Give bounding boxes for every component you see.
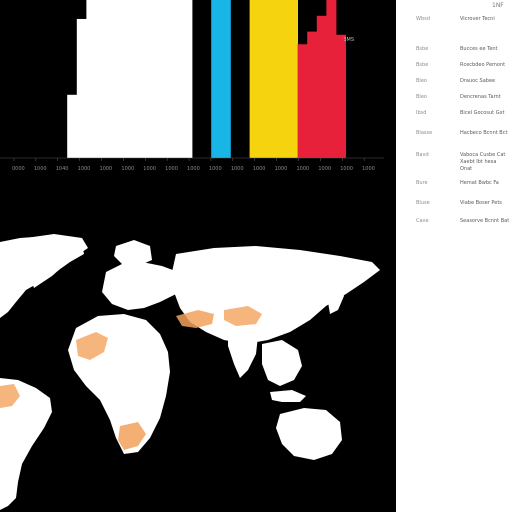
legend-row[interactable]: Wbsd Vicrover Tecni [396,16,512,32]
legend-value: Dencrenas Tarnt [460,94,501,100]
x-tick-label: 1000 [296,166,309,172]
x-tick-label: 1040 [56,166,69,172]
x-tick-label: 1000 [143,166,156,172]
legend-value: Rcecbdeo Pemont [460,62,506,68]
legend-key: Wbsd [416,16,430,22]
legend-key: Bluse [416,200,430,206]
legend-row[interactable]: Cave Seasorve Bcnnt Bat [396,218,512,234]
bar[interactable] [278,0,289,158]
legend-value: Drauoc Sabee [460,78,496,84]
x-tick-label: 1000 [318,166,331,172]
x-tick-label: 0000 [12,166,25,172]
x-tick-label: 1000 [187,166,200,172]
bar[interactable] [144,0,154,158]
legend-row[interactable]: Bsbe Rcecbdeo Pemont [396,62,512,78]
legend-value: Viabe Boser Pets [460,200,502,206]
legend-key: Bavd [416,152,429,158]
bar[interactable] [211,0,222,158]
legend-key: Bleo [416,94,427,100]
world-map-svg[interactable] [0,210,396,512]
map-region-indonesia[interactable] [270,390,306,402]
x-tick-label: 1000 [100,166,113,172]
map-region-india[interactable] [228,326,258,378]
map-region-australia[interactable] [276,408,342,460]
bar[interactable] [76,18,87,159]
bar[interactable] [153,0,164,158]
map-region-asia[interactable] [172,246,380,344]
bar-chart: 0000 1000 1040 1000 1000 1000 1000 1000 1000 1000… [0,0,396,172]
legend-value: Vicrover Tecni [460,16,495,22]
legend-row[interactable]: Bleo Drauoc Sabee [396,78,512,94]
bar[interactable] [96,0,106,158]
x-tick-label: 1000 [362,166,375,172]
legend-row[interactable]: Bure Hemat Bwbc Fa [396,180,512,196]
legend-value: Bucces ee Tent [460,46,498,52]
legend-value: Hacbeco Bcnnt Bct [460,130,508,136]
x-tick-label: 1000 [275,166,288,172]
bar[interactable] [336,34,346,159]
legend-value: Hemat Bwbc Fa [460,180,499,186]
bar[interactable] [163,0,174,158]
legend-value: Vaboca Cusbe Cat Xaebt Ibt hesa Onat [460,152,506,172]
x-tick-label: 1000 [231,166,244,172]
bar-group [67,0,346,159]
bar[interactable] [105,0,116,158]
bar[interactable] [316,15,327,158]
legend-panel: 1NF Wbsd Vicrover Tecni Bsbe Bucces ee T… [396,0,512,512]
legend-key: Bure [416,180,428,186]
world-map[interactable] [0,210,396,512]
legend-row[interactable]: Bluse Viabe Boser Pets [396,200,512,216]
visualization-area: 0000 1000 1040 1000 1000 1000 1000 1000 1000 1000… [0,0,396,512]
map-region-greenland[interactable] [24,234,88,288]
bar[interactable] [67,94,78,158]
x-tick-label: 1000 [121,166,134,172]
bar[interactable] [307,31,318,159]
legend-key: Blasse [416,130,433,136]
legend-value: Seasorve Bcnnt Bat [460,218,510,224]
legend-key: Bsbe [416,46,429,52]
bar[interactable] [172,0,183,158]
x-tick-label: 1000 [253,166,266,172]
legend-row[interactable]: Bsbe Bucces ee Tent [396,46,512,62]
legend-key: Ibsd [416,110,427,116]
legend-key: Cave [416,218,429,224]
x-tick-group: 0000 1000 1040 1000 1000 1000 1000 1000 1000 1000… [12,158,375,172]
bar[interactable] [134,0,145,158]
x-tick-label: 1000 [209,166,222,172]
legend-row[interactable]: Bavd Vaboca Cusbe Cat Xaebt Ibt hesa Ona… [396,152,512,172]
bar[interactable] [326,0,337,158]
map-region-scandinavia[interactable] [114,240,152,266]
x-tick-label: 1000 [340,166,353,172]
right-axis-label: 3MS [343,37,354,43]
x-tick-label: 1000 [165,166,178,172]
legend-row[interactable]: Blasse Hacbeco Bcnnt Bct [396,130,512,146]
legend-row[interactable]: Bleo Dencrenas Tarnt [396,94,512,110]
bar[interactable] [115,0,126,158]
bar[interactable] [182,0,193,158]
legend-key: Bsbe [416,62,429,68]
bar[interactable] [220,0,231,158]
x-tick-label: 1000 [78,166,91,172]
bar[interactable] [288,0,298,158]
bar-chart-svg: 0000 1000 1040 1000 1000 1000 1000 1000 1000 1000… [0,0,384,172]
bar[interactable] [86,0,97,158]
bar[interactable] [124,0,135,158]
legend-value: Bicel Gocosut Gxt [460,110,505,116]
legend-key: Bleo [416,78,427,84]
x-tick-label: 1000 [34,166,47,172]
map-region-southeast-asia[interactable] [262,340,302,386]
bar[interactable] [297,44,308,158]
bar[interactable] [259,0,270,158]
legend-row[interactable]: Ibsd Bicel Gocosut Gxt [396,110,512,126]
bar[interactable] [249,0,260,158]
bar[interactable] [268,0,279,158]
legend-heading: 1NF [492,2,504,9]
